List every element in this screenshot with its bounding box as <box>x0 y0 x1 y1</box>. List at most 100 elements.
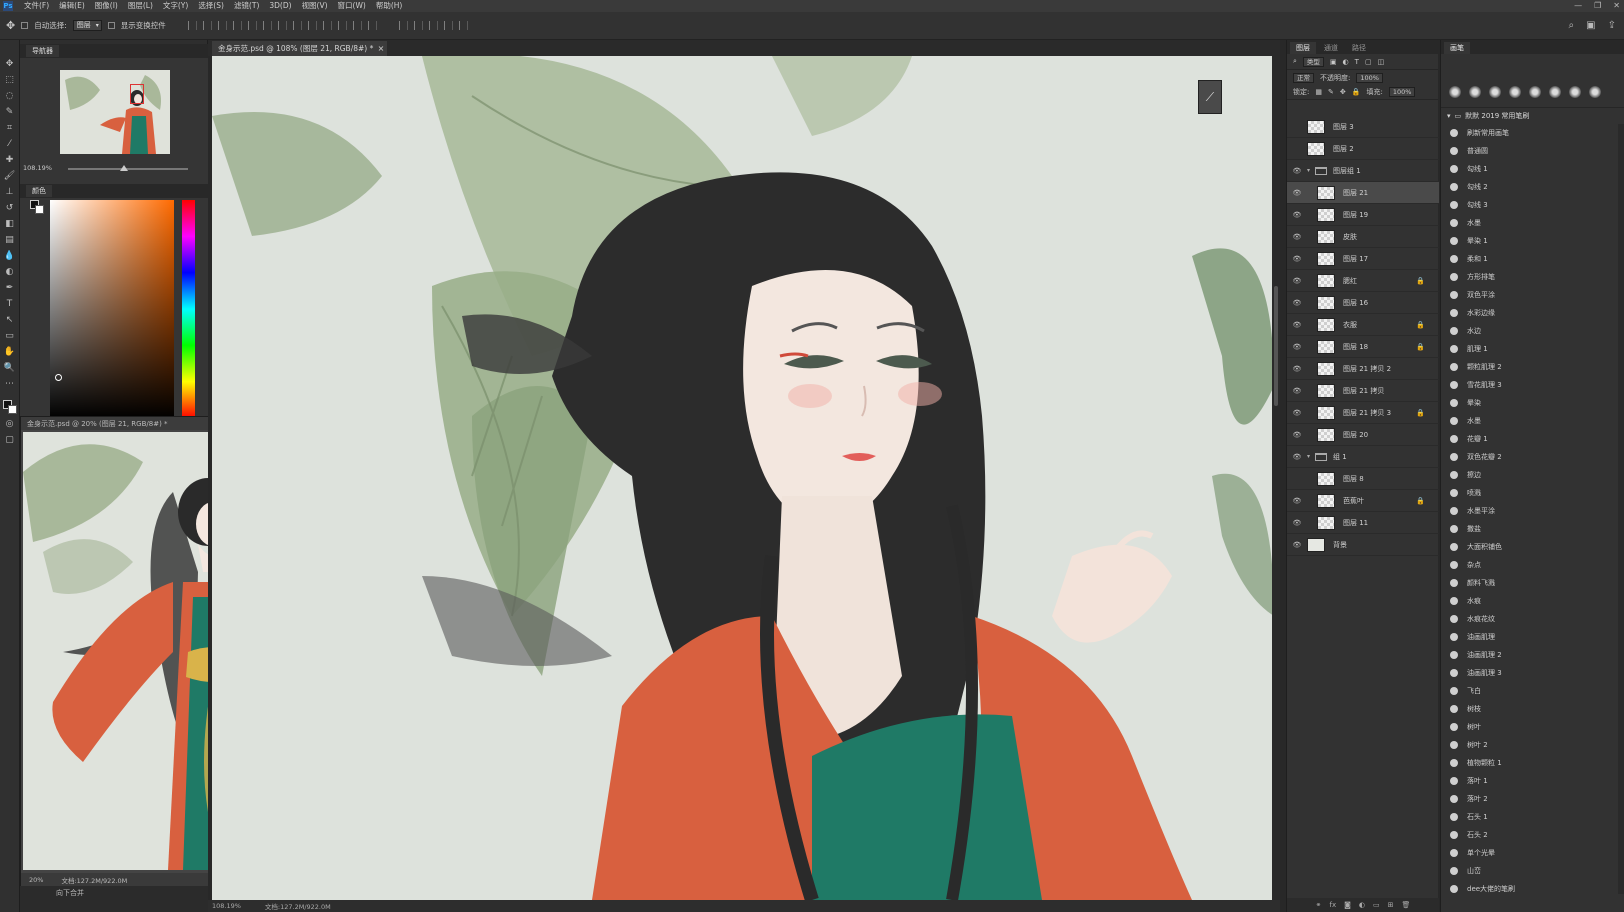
lock-image-icon[interactable]: ✎ <box>1328 88 1334 96</box>
layer-thumbnail[interactable] <box>1307 119 1325 134</box>
layer-thumbnail[interactable] <box>1317 185 1335 200</box>
filter-adjust-icon[interactable]: ◐ <box>1343 58 1349 66</box>
visibility-eye-icon[interactable]: 👁 <box>1287 321 1307 329</box>
navigator-zoom-slider[interactable] <box>68 165 188 171</box>
recent-brush-4[interactable] <box>1509 86 1521 98</box>
color-tab[interactable]: 颜色 <box>26 185 52 197</box>
marquee-tool-icon[interactable]: ⬚ <box>3 74 17 86</box>
menu-view[interactable]: 视图(V) <box>297 0 333 12</box>
menu-window[interactable]: 窗口(W) <box>333 0 371 12</box>
layer-row[interactable]: 👁 衣服 🔒 <box>1287 314 1439 336</box>
layer-row[interactable]: 👁 图层 17 <box>1287 248 1439 270</box>
foreground-background-colors[interactable] <box>2 400 17 414</box>
distribute-left-icon[interactable] <box>322 21 332 30</box>
workspace-icon[interactable]: ▣ <box>1586 20 1595 31</box>
distribute-bottom-icon[interactable] <box>307 21 317 30</box>
distribute-vcenter-icon[interactable] <box>292 21 302 30</box>
layer-row[interactable]: 图层 2 <box>1287 138 1439 160</box>
color-picker-cursor[interactable] <box>55 374 62 381</box>
layer-thumbnail[interactable] <box>1317 317 1335 332</box>
restore-icon[interactable]: ❐ <box>1594 0 1601 12</box>
brush-preset-row[interactable]: 擦边 <box>1441 466 1624 484</box>
recent-brush-3[interactable] <box>1489 86 1501 98</box>
tab-channels[interactable]: 通道 <box>1318 42 1344 54</box>
brush-preset-row[interactable]: 喷溅 <box>1441 484 1624 502</box>
layer-thumbnail[interactable] <box>1317 471 1335 486</box>
layer-row[interactable]: 👁 图层 20 <box>1287 424 1439 446</box>
zoom-tool-icon[interactable]: 🔍 <box>3 362 17 374</box>
brush-preset-row[interactable]: 落叶 1 <box>1441 772 1624 790</box>
lock-all-icon[interactable]: 🔒 <box>1352 88 1361 96</box>
eyedropper-tool-icon[interactable]: ⁄ <box>3 138 17 150</box>
align-hcenter-icon[interactable] <box>247 21 257 30</box>
document-tab[interactable]: 金身示范.psd @ 108% (图层 21, RGB/8#) * × <box>212 41 388 56</box>
tab-brushes[interactable]: 画笔 <box>1444 42 1470 54</box>
navigator-zoom-handle[interactable] <box>120 165 128 171</box>
brush-group-header[interactable]: ▾ ▭ 默默 2019 常用笔刷 <box>1441 108 1624 123</box>
layer-thumbnail[interactable] <box>1317 295 1335 310</box>
navigator-thumbnail[interactable] <box>60 70 170 154</box>
healing-brush-icon[interactable]: ✚ <box>3 154 17 166</box>
layer-row[interactable]: 👁 图层 19 <box>1287 204 1439 226</box>
layer-row[interactable]: 👁 图层 11 <box>1287 512 1439 534</box>
screen-mode-icon[interactable]: ▢ <box>3 434 17 446</box>
blur-tool-icon[interactable]: 💧 <box>3 250 17 262</box>
align-right-icon[interactable] <box>262 21 272 30</box>
hue-slider[interactable] <box>182 200 195 418</box>
shape-tool-icon[interactable]: ▭ <box>3 330 17 342</box>
align-left-icon[interactable] <box>232 21 242 30</box>
distribute-top-icon[interactable] <box>277 21 287 30</box>
align-vcenter-icon[interactable] <box>202 21 212 30</box>
visibility-eye-icon[interactable]: 👁 <box>1287 167 1307 175</box>
brush-preset-row[interactable]: 晕染 <box>1441 394 1624 412</box>
dodge-tool-icon[interactable]: ◐ <box>3 266 17 278</box>
brush-preset-row[interactable]: 植物颗粒 1 <box>1441 754 1624 772</box>
brush-preset-row[interactable]: 双色平涂 <box>1441 286 1624 304</box>
adjustment-icon[interactable]: ◐ <box>1359 901 1365 909</box>
floating-zoom-value[interactable]: 20% <box>29 876 43 884</box>
brush-preset-row[interactable]: 勾线 3 <box>1441 196 1624 214</box>
navigator-view-box[interactable] <box>130 84 144 104</box>
distribute-right-icon[interactable] <box>352 21 362 30</box>
brush-preset-row[interactable]: 树枝 <box>1441 700 1624 718</box>
brush-preset-row[interactable]: 方形排笔 <box>1441 268 1624 286</box>
status-zoom[interactable]: 108.19% <box>212 902 241 910</box>
folder-icon[interactable]: ▭ <box>1373 901 1380 909</box>
link-icon[interactable]: ⚭ <box>1316 901 1322 909</box>
history-brush-icon[interactable]: ↺ <box>3 202 17 214</box>
brush-preset-row[interactable]: 颜料飞溅 <box>1441 574 1624 592</box>
brush-preset-row[interactable]: 花瓣 1 <box>1441 430 1624 448</box>
close-icon[interactable]: ✕ <box>1613 0 1620 12</box>
brush-preset-row[interactable]: 勾线 2 <box>1441 178 1624 196</box>
recent-brush-1[interactable] <box>1449 86 1461 98</box>
recent-brush-5[interactable] <box>1529 86 1541 98</box>
brush-preset-row[interactable]: 刷新常用画笔 <box>1441 124 1624 142</box>
layer-thumbnail[interactable] <box>1317 229 1335 244</box>
visibility-eye-icon[interactable]: 👁 <box>1287 541 1307 549</box>
navigator-zoom-value[interactable]: 108.19% <box>23 164 52 172</box>
filter-type-icon[interactable]: T <box>1355 58 1359 66</box>
brush-preset-row[interactable]: 杂点 <box>1441 556 1624 574</box>
visibility-eye-icon[interactable]: 👁 <box>1287 211 1307 219</box>
share-icon[interactable]: ⇪ <box>1608 20 1616 31</box>
color-background-swatch[interactable] <box>35 205 44 214</box>
menu-help[interactable]: 帮助(H) <box>371 0 408 12</box>
recent-brush-8[interactable] <box>1589 86 1601 98</box>
opacity-input[interactable]: 100% <box>1356 72 1383 83</box>
visibility-eye-icon[interactable]: 👁 <box>1287 431 1307 439</box>
layer-thumbnail[interactable] <box>1317 251 1335 266</box>
menu-3d[interactable]: 3D(D) <box>264 0 296 12</box>
layer-row[interactable]: 👁 皮肤 <box>1287 226 1439 248</box>
move-tool-icon[interactable]: ✥ <box>3 58 17 70</box>
auto-align-icon[interactable] <box>367 21 377 30</box>
layer-thumbnail[interactable] <box>1317 383 1335 398</box>
brush-tool-icon[interactable]: 🖌 <box>3 170 17 182</box>
lock-transparent-icon[interactable]: ▦ <box>1315 88 1322 96</box>
more-tools-icon[interactable]: ⋯ <box>3 378 17 390</box>
tab-paths[interactable]: 路径 <box>1346 42 1372 54</box>
visibility-eye-icon[interactable]: 👁 <box>1287 497 1307 505</box>
layer-thumbnail[interactable] <box>1317 515 1335 530</box>
tab-layers[interactable]: 图层 <box>1290 42 1316 54</box>
visibility-eye-icon[interactable]: 👁 <box>1287 255 1307 263</box>
visibility-eye-icon[interactable]: 👁 <box>1287 189 1307 197</box>
